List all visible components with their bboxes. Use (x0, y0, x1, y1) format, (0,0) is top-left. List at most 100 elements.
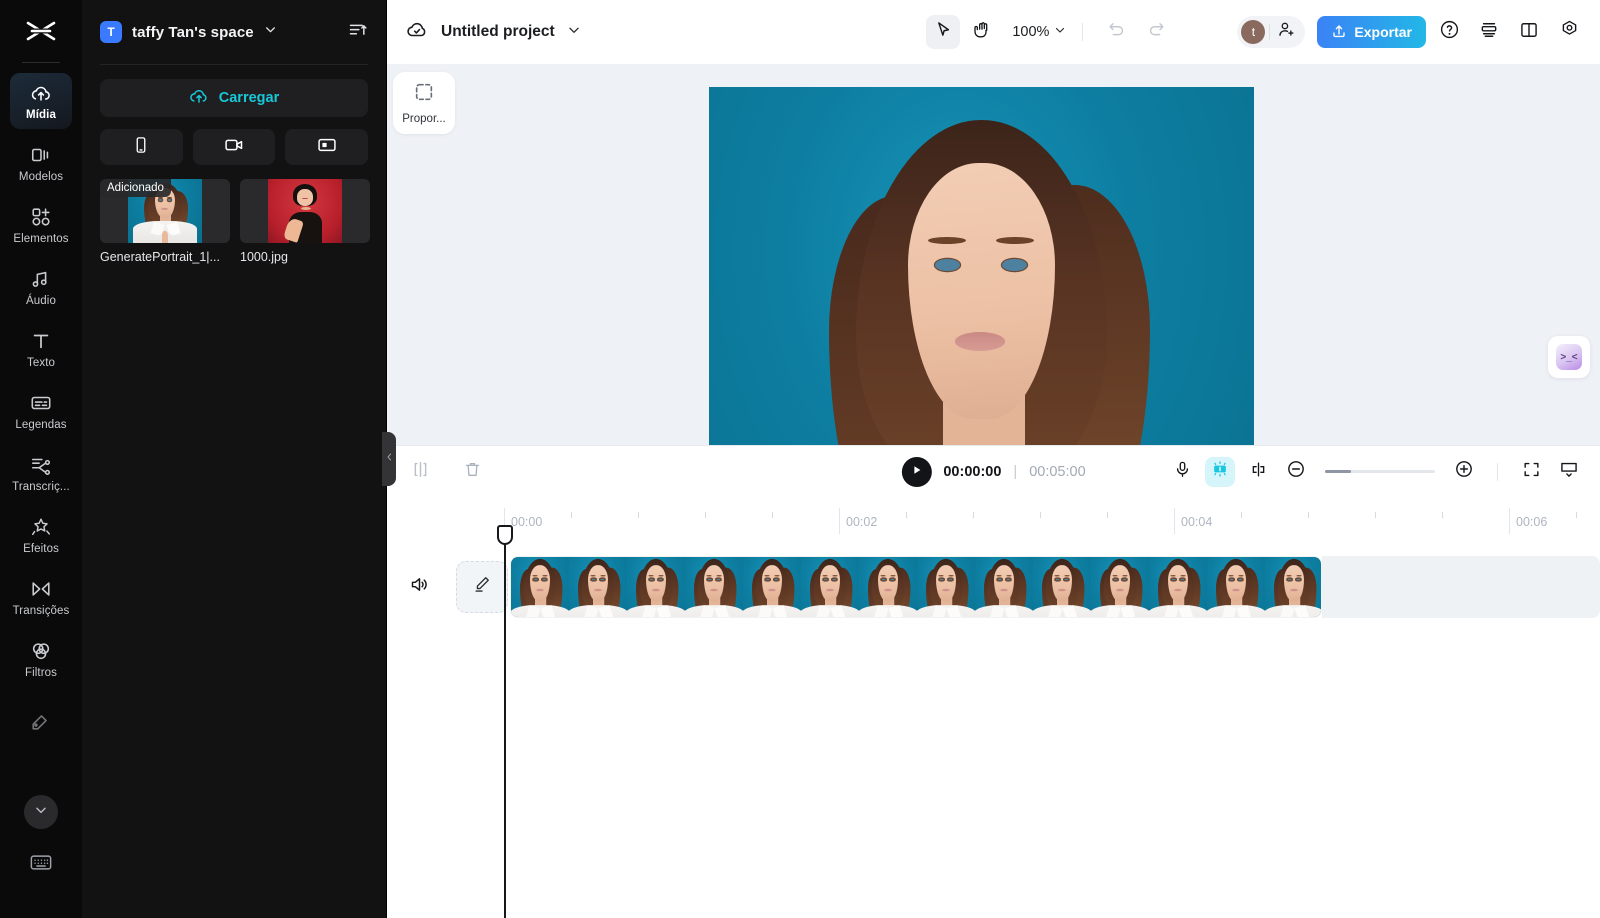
sidebar-item-transicoes[interactable]: Transições (10, 569, 72, 625)
clip-frame (1091, 556, 1149, 617)
split-clip-icon (411, 460, 430, 484)
camera-icon (224, 135, 244, 160)
crop-dashed-icon (413, 81, 435, 108)
captions-icon (30, 392, 52, 414)
chevron-down-icon (34, 803, 48, 822)
media-item[interactable]: 1000.jpg (240, 179, 370, 264)
ruler-tick (1375, 511, 1376, 518)
fit-to-screen-button[interactable] (1516, 457, 1546, 487)
audio-note-icon (30, 268, 52, 290)
sidebar-item-legendas[interactable]: Legendas (10, 383, 72, 439)
sidebar-item-elementos[interactable]: Elementos (10, 197, 72, 253)
ruler-tick (571, 511, 572, 518)
clip-frame (1149, 556, 1207, 617)
clip-frame (975, 556, 1033, 617)
ai-assistant-button[interactable]: >_< (1548, 336, 1590, 378)
ruler-label: 00:06 (1516, 514, 1548, 529)
account-group[interactable]: t (1237, 16, 1306, 48)
media-thumbnail[interactable] (240, 179, 370, 243)
capcut-logo-icon[interactable] (0, 8, 82, 54)
chevron-down-icon[interactable] (567, 23, 581, 42)
app-root: Mídia Modelos Elementos Áudio Texto Lege… (0, 0, 1600, 918)
undo-icon (1107, 20, 1126, 44)
zoom-out-icon (1286, 459, 1306, 484)
layers-button[interactable] (1472, 15, 1506, 49)
timeline-right-tools (1167, 456, 1584, 487)
keyboard-shortcuts-button[interactable] (24, 852, 58, 878)
zoom-in-button[interactable] (1449, 457, 1479, 487)
screen-icon (317, 135, 337, 160)
add-user-icon[interactable] (1274, 20, 1299, 44)
sidebar-item-audio[interactable]: Áudio (10, 259, 72, 315)
question-circle-icon (1439, 19, 1460, 45)
sidebar-item-modelos[interactable]: Modelos (10, 135, 72, 191)
zoom-slider[interactable] (1325, 470, 1435, 473)
monitor-button[interactable] (1554, 457, 1584, 487)
edit-track-button[interactable] (456, 560, 508, 613)
ruler-label: 00:04 (1181, 514, 1213, 529)
sidebar-item-filtros[interactable]: Filtros (10, 631, 72, 687)
zoom-out-button[interactable] (1281, 457, 1311, 487)
media-item[interactable]: Adicionado GeneratePortrait_1|... (100, 179, 230, 264)
ruler-tick-major (839, 507, 840, 534)
layout-button[interactable] (1512, 15, 1546, 49)
sidebar-item-transcricao[interactable]: Transcriç... (10, 445, 72, 501)
export-button[interactable]: Exportar (1317, 16, 1426, 48)
playhead-knob[interactable] (497, 524, 513, 545)
aspect-ratio-button[interactable]: Propor... (393, 72, 455, 134)
split-clip-button[interactable] (405, 457, 435, 487)
timeline-ruler[interactable]: 00:00 00:02 00:04 00:06 (387, 497, 1600, 538)
voiceover-button[interactable] (1167, 457, 1197, 487)
sidebar-item-label: Legendas (15, 418, 67, 431)
select-tool-button[interactable] (926, 15, 961, 49)
sidebar-item-midia[interactable]: Mídia (10, 73, 72, 129)
cloud-upload-icon (189, 86, 209, 110)
split-marker-icon (1249, 460, 1268, 484)
import-from-phone-button[interactable] (100, 129, 183, 165)
top-toolbar-right: 100% t Exportar (926, 0, 1586, 64)
video-clip[interactable] (510, 555, 1322, 618)
chevron-left-icon (385, 450, 394, 469)
clip-frame (511, 556, 569, 617)
adjust-icon (30, 710, 52, 732)
help-button[interactable] (1432, 15, 1466, 49)
record-video-button[interactable] (192, 129, 276, 165)
redo-button[interactable] (1139, 15, 1173, 49)
expand-more-button[interactable] (24, 795, 58, 829)
clip-frame (569, 556, 627, 617)
sidebar-item-ajustar[interactable] (10, 693, 72, 749)
record-screen-button[interactable] (285, 129, 369, 165)
effects-sparkle-icon (30, 516, 52, 538)
microphone-icon (1173, 460, 1192, 484)
workspace-selector[interactable]: T taffy Tan's space (100, 21, 277, 43)
sort-ascending-icon[interactable] (348, 20, 368, 45)
speaker-icon[interactable] (409, 574, 430, 600)
sidebar-item-label: Elementos (13, 232, 69, 245)
auto-cut-button[interactable] (1205, 456, 1235, 487)
settings-button[interactable] (1552, 15, 1586, 49)
sidebar-item-efeitos[interactable]: Efeitos (10, 507, 72, 563)
delete-button[interactable] (457, 457, 487, 487)
phone-icon (132, 136, 150, 159)
track-empty-area[interactable] (1322, 555, 1600, 618)
settings-gear-icon (1559, 19, 1580, 45)
chevron-down-icon (1054, 24, 1066, 40)
hand-tool-button[interactable] (966, 15, 1000, 49)
panel-collapse-handle[interactable] (382, 432, 396, 486)
total-duration: 00:05:00 (1029, 463, 1086, 480)
zoom-level-selector[interactable]: 100% (1012, 24, 1066, 40)
project-name[interactable]: Untitled project (441, 23, 555, 41)
rail-items: Mídia Modelos Elementos Áudio Texto Lege… (0, 73, 82, 755)
upload-button[interactable]: Carregar (100, 79, 368, 117)
split-marker-button[interactable] (1243, 457, 1273, 487)
play-button[interactable] (901, 456, 932, 487)
undo-button[interactable] (1099, 15, 1133, 49)
sidebar-item-texto[interactable]: Texto (10, 321, 72, 377)
playhead[interactable] (497, 524, 513, 918)
split-layout-icon (1519, 20, 1539, 45)
transitions-icon (30, 578, 52, 600)
pencil-edit-icon (472, 574, 492, 599)
source-buttons-row (100, 129, 369, 165)
media-thumbnail[interactable]: Adicionado (100, 179, 230, 243)
clip-frame (1033, 556, 1091, 617)
